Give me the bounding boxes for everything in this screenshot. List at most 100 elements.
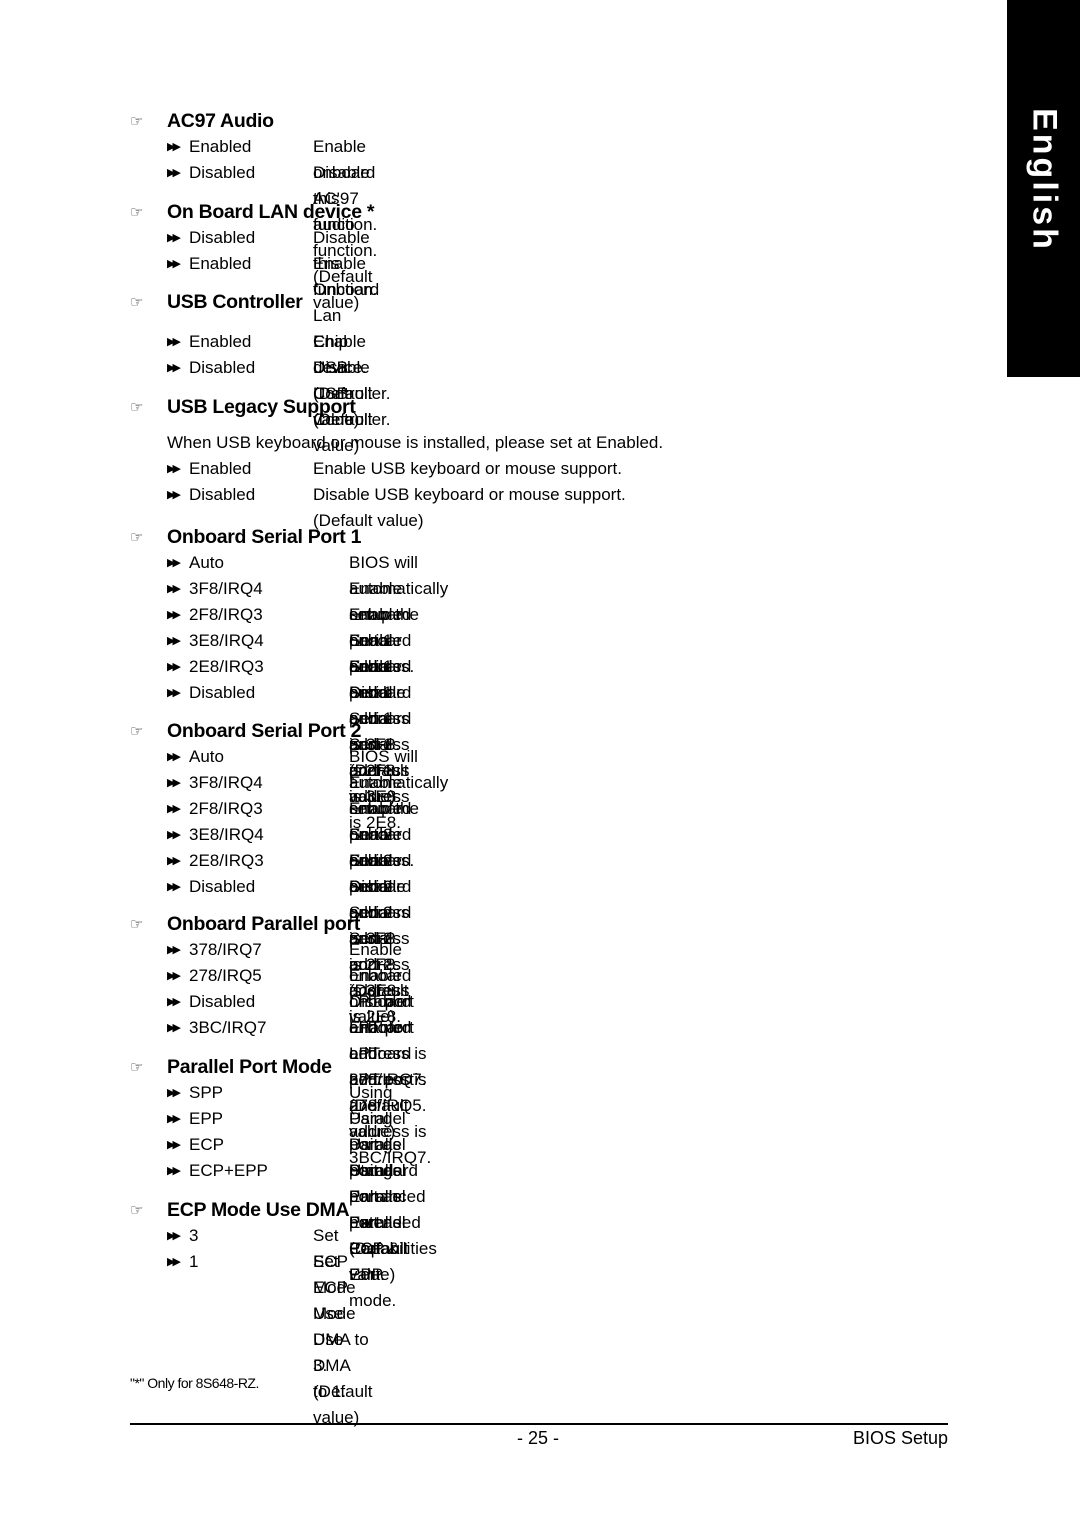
double-arrow-icon: ▶▶ — [167, 970, 181, 982]
double-arrow-icon: ▶▶ — [167, 777, 181, 789]
option-row: ▶▶ 3 Set ECP Mode Use DMA to 3. (Default v… — [167, 1223, 373, 1427]
option-row: ▶▶ Disabled Disable this function. — [167, 160, 377, 234]
double-arrow-icon: ▶▶ — [167, 141, 181, 153]
option-row: ▶▶ 2E8/IRQ3 Enable onboard Serial port 2 a… — [167, 848, 411, 1026]
option-value: 2F8/IRQ3 — [189, 799, 263, 818]
option-row: ▶▶ Disabled Disable this function. — [167, 225, 377, 299]
option-row: ▶▶ Enabled Enable USB keyboard or mouse su… — [167, 456, 663, 482]
option-row: ▶▶ Disabled Disable onboard Serial port 2. — [167, 874, 411, 974]
double-arrow-icon: ▶▶ — [167, 362, 181, 374]
double-arrow-icon: ▶▶ — [167, 944, 181, 956]
language-tab: English — [1007, 0, 1080, 377]
option-row: ▶▶ 2F8/IRQ3 Enable onboard Serial port 1 a… — [167, 602, 411, 780]
option-row: ▶▶ ECP+EPP Using Parallel port as ECP & EP… — [167, 1158, 406, 1310]
section-title: Onboard Parallel port — [167, 912, 361, 935]
section-title: Onboard Serial Port 1 — [167, 525, 362, 548]
section-title: AC97 Audio — [167, 109, 274, 132]
option-row: ▶▶ Enabled Enable Onboard Lan Chip device.… — [167, 251, 379, 429]
option-row: ▶▶ Enabled Enable USB Controller. (Default… — [167, 329, 390, 455]
footer-rule — [130, 1423, 948, 1425]
pointing-hand-icon: ☞ — [130, 113, 144, 130]
option-value: SPP — [189, 1083, 224, 1102]
option-row: ▶▶ Disabled Disable USB keyboard or mouse … — [167, 482, 663, 530]
footer-section-title: BIOS Setup — [852, 1428, 948, 1448]
option-row: ▶▶ EPP Using Parallel port as Enhanced Par… — [167, 1106, 426, 1258]
option-row: ▶▶ Disabled Disable onboard Serial port 1. — [167, 680, 411, 780]
section-header: ☞ USB Legacy Support — [130, 394, 663, 420]
pointing-hand-icon: ☞ — [130, 916, 144, 933]
section-title: Parallel Port Mode — [167, 1055, 332, 1078]
section-header: ☞ Parallel Port Mode — [130, 1054, 332, 1080]
option-row: ▶▶ 3F8/IRQ4 Enable onboard Serial port 1 a… — [167, 576, 411, 806]
option-value: ECP+EPP — [189, 1161, 268, 1180]
option-row: ▶▶ 3BC/IRQ7 Enable onboard LPT port and ad… — [167, 1015, 431, 1167]
option-row: ▶▶ Disabled Disable USB Controller. — [167, 355, 390, 429]
option-row: ▶▶ Disabled Disable onboard LPT port. — [167, 989, 411, 1089]
pointing-hand-icon: ☞ — [130, 529, 144, 546]
section: ☞ USB Controller ▶▶ Enabled Enable USB Contr… — [130, 289, 390, 456]
option-row: ▶▶ 1 Set ECP Mode Use DMA to 1. — [167, 1249, 356, 1401]
section: ☞ On Board LAN device * ▶▶ Disabled Disable … — [130, 199, 379, 430]
section-header: ☞ USB Controller — [130, 289, 303, 315]
section-intro: When USB keyboard or mouse is installed,… — [167, 433, 664, 452]
pointing-hand-icon: ☞ — [130, 399, 144, 416]
double-arrow-icon: ▶▶ — [167, 1139, 181, 1151]
option-value: 3F8/IRQ4 — [189, 579, 263, 598]
double-arrow-icon: ▶▶ — [167, 996, 181, 1008]
section-title: USB Controller — [167, 290, 303, 313]
option-value: Disabled — [189, 992, 256, 1011]
option-value: 3 — [189, 1226, 199, 1245]
option-value: 3F8/IRQ4 — [189, 773, 263, 792]
option-value: Enabled — [189, 137, 252, 156]
section-title: Onboard Serial Port 2 — [167, 719, 362, 742]
option-description: Enable USB keyboard or mouse support. — [313, 459, 623, 478]
option-value: 2E8/IRQ3 — [189, 851, 264, 870]
double-arrow-icon: ▶▶ — [167, 1087, 181, 1099]
double-arrow-icon: ▶▶ — [167, 803, 181, 815]
double-arrow-icon: ▶▶ — [167, 687, 181, 699]
section-header: ☞ Onboard Serial Port 2 — [130, 718, 361, 744]
pointing-hand-icon: ☞ — [130, 294, 144, 311]
section: ☞ Onboard Parallel port ▶▶ 378/IRQ7 Enable o… — [130, 911, 431, 1168]
option-value: 3BC/IRQ7 — [189, 1018, 267, 1037]
option-value: Disabled — [189, 877, 256, 896]
option-row: ▶▶ 3E8/IRQ4 Enable onboard Serial port 2 a… — [167, 822, 411, 1000]
double-arrow-icon: ▶▶ — [167, 1230, 181, 1242]
option-row: ▶▶ 378/IRQ7 Enable onboard LPT port and ad… — [167, 937, 427, 1141]
double-arrow-icon: ▶▶ — [167, 609, 181, 621]
option-value: Auto — [189, 747, 224, 766]
language-tab-label: English — [1025, 108, 1063, 252]
pointing-hand-icon: ☞ — [130, 723, 144, 740]
pointing-hand-icon: ☞ — [130, 1059, 144, 1076]
double-arrow-icon: ▶▶ — [167, 751, 181, 763]
footnote: "*" Only for 8S648-RZ. — [130, 1375, 259, 1391]
section: ☞ AC97 Audio ▶▶ Enabled Enable onboard AC'97… — [130, 108, 377, 313]
option-row: ▶▶ 3E8/IRQ4 Enable onboard Serial port 1 a… — [167, 628, 411, 806]
option-value: Disabled — [189, 358, 256, 377]
double-arrow-icon: ▶▶ — [167, 167, 181, 179]
double-arrow-icon: ▶▶ — [167, 1256, 181, 1268]
double-arrow-icon: ▶▶ — [167, 881, 181, 893]
pointing-hand-icon: ☞ — [130, 1202, 144, 1219]
option-value: 378/IRQ7 — [189, 940, 262, 959]
option-row: ▶▶ SPP Using Parallel port as Standard Par… — [167, 1080, 418, 1284]
section-header: ☞ ECP Mode Use DMA — [130, 1197, 350, 1223]
section: ☞ Onboard Serial Port 2 ▶▶ Auto BIOS will au… — [130, 718, 448, 1027]
double-arrow-icon: ▶▶ — [167, 829, 181, 841]
option-value: 2E8/IRQ3 — [189, 657, 264, 676]
option-value: Disabled — [189, 228, 256, 247]
option-value: Disabled — [189, 683, 256, 702]
option-value: EPP — [189, 1109, 224, 1128]
double-arrow-icon: ▶▶ — [167, 635, 181, 647]
option-value: Enabled — [189, 459, 252, 478]
section-header: ☞ Onboard Parallel port — [130, 911, 360, 937]
option-value: Auto — [189, 553, 224, 572]
section-title: On Board LAN device * — [167, 200, 375, 223]
double-arrow-icon: ▶▶ — [167, 1165, 181, 1177]
double-arrow-icon: ▶▶ — [167, 258, 181, 270]
section: ☞ Onboard Serial Port 1 ▶▶ Auto BIOS will au… — [130, 524, 448, 833]
section-title: USB Legacy Support — [167, 395, 356, 418]
option-value: Disabled — [189, 485, 256, 504]
option-row: ▶▶ 2E8/IRQ3 Enable onboard Serial port 1 a… — [167, 654, 411, 832]
section-header: ☞ Onboard Serial Port 1 — [130, 524, 361, 550]
